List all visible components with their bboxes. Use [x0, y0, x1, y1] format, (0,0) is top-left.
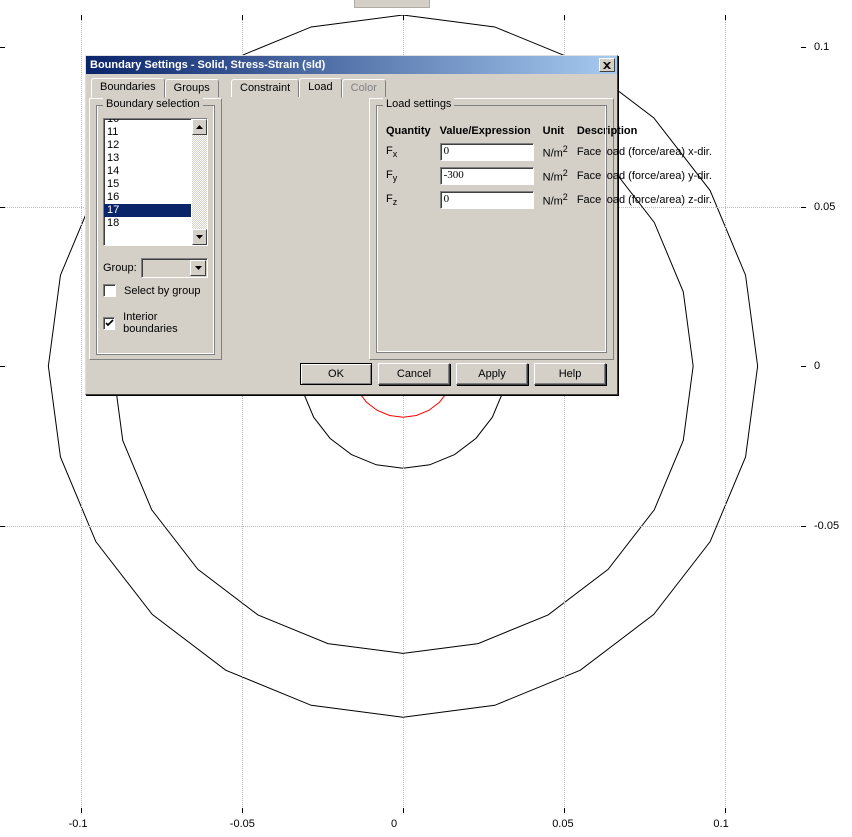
quantity-cell: Fx [385, 142, 439, 162]
col-quantity: Quantity [385, 124, 439, 138]
left-tabstrip: BoundariesGroups [91, 78, 222, 98]
list-item[interactable]: 10 [104, 118, 191, 126]
y-tick-label: 0 [814, 360, 820, 372]
left-panel: Boundary selection 101112131415161718 Gr… [89, 98, 222, 360]
scroll-up-icon[interactable] [192, 119, 207, 135]
cancel-button[interactable]: Cancel [378, 363, 450, 385]
close-icon[interactable] [599, 58, 615, 72]
help-button[interactable]: Help [534, 363, 606, 385]
col-value: Value/Expression [439, 124, 542, 138]
list-item[interactable]: 17 [104, 204, 191, 217]
right-tabstrip: ConstraintLoadColor [231, 78, 614, 98]
x-tick-label: 0.05 [552, 818, 573, 830]
load-settings-group: Load settings Quantity Value/Expression … [376, 105, 607, 353]
select-by-group-checkbox[interactable] [103, 284, 116, 297]
desc-cell: Face load (force/area) y-dir. [576, 166, 720, 186]
apply-button[interactable]: Apply [456, 363, 528, 385]
ok-button[interactable]: OK [300, 363, 372, 385]
tab-color[interactable]: Color [342, 79, 386, 97]
select-by-group-label: Select by group [124, 285, 200, 297]
x-tick-label: 0 [391, 818, 397, 830]
col-description: Description [576, 124, 720, 138]
desc-cell: Face load (force/area) z-dir. [576, 190, 720, 210]
interior-boundaries-label: Interior boundaries [123, 311, 208, 335]
list-item[interactable]: 16 [104, 191, 191, 204]
scrollbar[interactable] [191, 119, 207, 245]
value-input-2[interactable]: 0 [440, 191, 534, 209]
boundary-selection-group: Boundary selection 101112131415161718 Gr… [96, 105, 215, 355]
tab-load[interactable]: Load [299, 78, 341, 98]
list-item[interactable]: 14 [104, 165, 191, 178]
button-row: OK Cancel Apply Help [300, 363, 606, 385]
list-item[interactable]: 13 [104, 152, 191, 165]
load-table: Quantity Value/Expression Unit Descripti… [385, 120, 720, 214]
list-item[interactable]: 12 [104, 139, 191, 152]
y-tick-label: -0.05 [814, 520, 839, 532]
list-item[interactable]: 15 [104, 178, 191, 191]
group-combo[interactable] [141, 258, 208, 278]
value-input-1[interactable]: -300 [440, 167, 534, 185]
toolbar-stub [354, 0, 430, 8]
unit-cell: N/m2 [542, 166, 576, 186]
x-tick-label: -0.05 [230, 818, 255, 830]
quantity-cell: Fy [385, 166, 439, 186]
tab-constraint[interactable]: Constraint [231, 79, 299, 97]
y-tick-label: 0.1 [814, 41, 829, 53]
desc-cell: Face load (force/area) x-dir. [576, 142, 720, 162]
quantity-cell: Fz [385, 190, 439, 210]
value-input-0[interactable]: 0 [440, 143, 534, 161]
x-tick-label: -0.1 [69, 818, 88, 830]
interior-boundaries-checkbox[interactable] [103, 317, 115, 330]
list-item[interactable]: 18 [104, 217, 191, 230]
unit-cell: N/m2 [542, 190, 576, 210]
y-tick-label: 0.05 [814, 201, 835, 213]
x-tick-label: 0.1 [713, 818, 728, 830]
table-row: Fx0 N/m2Face load (force/area) x-dir. [385, 142, 720, 162]
table-row: Fy-300 N/m2Face load (force/area) y-dir. [385, 166, 720, 186]
dialog-title: Boundary Settings - Solid, Stress-Strain… [90, 59, 599, 71]
titlebar[interactable]: Boundary Settings - Solid, Stress-Strain… [86, 56, 617, 74]
col-unit: Unit [542, 124, 576, 138]
right-panel: Load settings Quantity Value/Expression … [369, 98, 614, 360]
list-item[interactable]: 11 [104, 126, 191, 139]
load-settings-title: Load settings [383, 98, 454, 110]
table-row: Fz0 N/m2Face load (force/area) z-dir. [385, 190, 720, 210]
group-label: Group: [103, 262, 137, 274]
boundary-selection-title: Boundary selection [103, 98, 203, 110]
unit-cell: N/m2 [542, 142, 576, 162]
boundary-settings-dialog: Boundary Settings - Solid, Stress-Strain… [85, 55, 618, 395]
tab-groups[interactable]: Groups [165, 79, 219, 97]
tab-boundaries[interactable]: Boundaries [91, 78, 165, 98]
boundary-listbox[interactable]: 101112131415161718 [103, 118, 208, 246]
scroll-down-icon[interactable] [192, 229, 207, 245]
chevron-down-icon[interactable] [190, 260, 206, 276]
